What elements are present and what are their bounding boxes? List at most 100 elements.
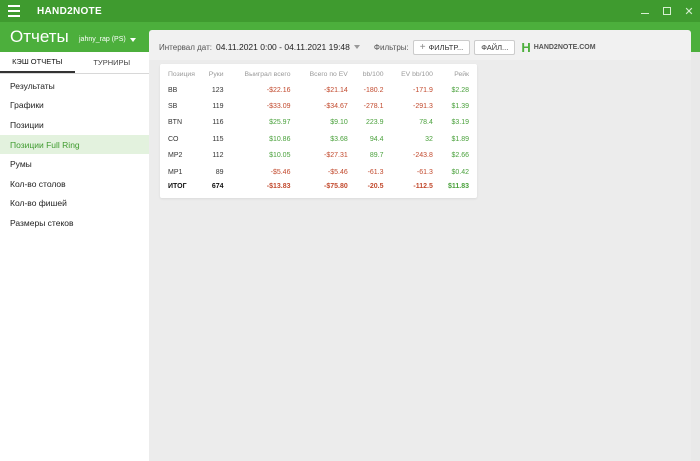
table-cell: MP1	[168, 168, 183, 176]
sidebar-tabs: КЭШ ОТЧЕТЫ ТУРНИРЫ	[0, 52, 149, 74]
table-cell: $10.86	[269, 135, 291, 143]
table-cell: -278.1	[363, 103, 384, 111]
sidebar-item[interactable]: Румы	[0, 154, 149, 174]
page-title: Отчеты	[10, 27, 69, 46]
table-cell: BB	[168, 86, 178, 94]
plus-icon: +	[419, 41, 426, 53]
table-cell: 89	[215, 168, 224, 176]
column-header[interactable]: Рейк	[441, 66, 477, 82]
total-cell: -$13.83	[266, 182, 291, 190]
total-cell: ИТОГ	[168, 182, 187, 190]
table-cell: 112	[212, 152, 224, 160]
file-button-label: ФАЙЛ...	[481, 42, 509, 52]
minimize-icon	[641, 12, 649, 14]
table-cell: MP2	[168, 152, 183, 160]
tab-cash-reports[interactable]: КЭШ ОТЧЕТЫ	[0, 52, 75, 73]
interval-label: Интервал дат:	[159, 42, 212, 52]
tab-tournaments[interactable]: ТУРНИРЫ	[75, 52, 150, 73]
table-cell: $10.05	[269, 152, 291, 160]
filter-button-label: ФИЛЬТР...	[428, 42, 464, 52]
table-cell: -61.3	[367, 168, 384, 176]
table-cell: -$22.16	[266, 86, 291, 94]
table-cell: 223.9	[366, 119, 384, 127]
table-row[interactable]: MP1 89 -$5.46 -$5.46 -61.3 -61.3 $0.42	[160, 164, 477, 180]
table-cell: 123	[211, 86, 224, 94]
table-cell: -$34.67	[324, 103, 348, 111]
table-cell: $3.68	[330, 135, 348, 143]
sidebar-item[interactable]: Кол-во столов	[0, 174, 149, 194]
file-button[interactable]: ФАЙЛ...	[474, 39, 516, 55]
table-cell: $25.97	[269, 119, 291, 127]
table-cell: $3.19	[451, 119, 469, 127]
sidebar-item[interactable]: Позиции	[0, 115, 149, 135]
column-header[interactable]: Всего по EV	[298, 66, 355, 82]
column-header[interactable]: Выиграл всего	[232, 66, 299, 82]
table-cell: -$5.46	[327, 168, 348, 176]
logo-text: HAND2NOTE.COM	[533, 43, 596, 51]
table-cell: -243.8	[413, 152, 433, 160]
table-row[interactable]: MP2 112 $10.05 -$27.31 89.7 -243.8 $2.66	[160, 148, 477, 164]
table-cell: $1.89	[451, 135, 469, 143]
title-bar: HAND2NOTE ✕	[0, 0, 700, 22]
table-row[interactable]: SB 119 -$33.09 -$34.67 -278.1 -291.3 $1.39	[160, 98, 477, 114]
table-cell: -$33.09	[266, 103, 291, 111]
column-header[interactable]: EV bb/100	[392, 66, 441, 82]
table-cell: -61.3	[416, 168, 433, 176]
table-total-row: ИТОГ 674 -$13.83 -$75.80 -20.5 -112.5 $11.83	[160, 180, 477, 192]
sidebar-item[interactable]: Позиции Full Ring	[0, 134, 149, 155]
table-cell: 78.4	[419, 119, 433, 127]
total-cell: $11.83	[447, 182, 469, 190]
chevron-down-icon	[129, 37, 136, 42]
account-name: jahny_rap (PS)	[79, 36, 126, 43]
logo-icon: H	[521, 39, 531, 55]
total-cell: 674	[211, 182, 224, 190]
table-cell: 89.7	[369, 152, 384, 160]
app-title: HAND2NOTE	[37, 5, 102, 17]
chevron-down-icon	[353, 45, 360, 49]
menu-icon[interactable]	[8, 0, 30, 22]
filter-button[interactable]: + ФИЛЬТР...	[412, 39, 471, 55]
maximize-icon	[663, 7, 671, 15]
table-row[interactable]: BB 123 -$22.16 -$21.14 -180.2 -171.9 $2.28	[160, 82, 477, 98]
column-header[interactable]: bb/100	[356, 66, 392, 82]
sidebar-item[interactable]: Результаты	[0, 76, 149, 96]
table-cell: $1.39	[451, 103, 469, 111]
toolbar: Интервал дат: 04.11.2021 0:00 - 04.11.20…	[149, 37, 691, 57]
table-row[interactable]: CO 115 $10.86 $3.68 94.4 32 $1.89	[160, 131, 477, 147]
table-cell: 116	[212, 119, 224, 127]
minimize-button[interactable]	[634, 0, 656, 22]
account-selector[interactable]: jahny_rap (PS)	[79, 36, 136, 43]
brand-logo: H HAND2NOTE.COM	[521, 40, 595, 55]
date-range-selector[interactable]: 04.11.2021 0:00 - 04.11.2021 19:48	[216, 42, 360, 52]
total-cell: -112.5	[413, 182, 433, 190]
positions-table-card: Позиция Руки Выиграл всего Всего по EV bb/10…	[160, 64, 477, 198]
table-header-row: Позиция Руки Выиграл всего Всего по EV bb/10…	[160, 66, 477, 82]
date-range-value: 04.11.2021 0:00 - 04.11.2021 19:48	[215, 42, 350, 52]
column-header[interactable]: Руки	[203, 66, 231, 82]
filters-label: Фильтры:	[373, 42, 409, 52]
sidebar-item[interactable]: Графики	[0, 96, 149, 116]
table-cell: $0.42	[451, 168, 469, 176]
positions-table: Позиция Руки Выиграл всего Всего по EV bb/10…	[160, 66, 477, 192]
sidebar-item[interactable]: Размеры стеков	[0, 213, 149, 233]
table-cell: SB	[168, 103, 178, 111]
close-icon: ✕	[684, 5, 694, 18]
table-cell: -$5.46	[270, 168, 291, 176]
close-button[interactable]: ✕	[678, 0, 700, 22]
table-row[interactable]: BTN 116 $25.97 $9.10 223.9 78.4 $3.19	[160, 115, 477, 131]
window-controls: ✕	[634, 0, 700, 22]
table-cell: -291.3	[413, 103, 433, 111]
sidebar-list: Результаты Графики Позиции Позиции Full Rin…	[0, 76, 149, 233]
column-header[interactable]: Позиция	[160, 66, 203, 82]
table-cell: $2.28	[451, 86, 469, 94]
maximize-button[interactable]	[656, 0, 678, 22]
total-cell: -$75.80	[324, 182, 348, 190]
table-cell: $9.10	[330, 119, 348, 127]
sidebar-item[interactable]: Кол-во фишей	[0, 194, 149, 214]
table-cell: BTN	[168, 119, 182, 127]
table-cell: -171.9	[413, 86, 433, 94]
table-cell: -$27.31	[324, 152, 348, 160]
table-cell: -180.2	[363, 86, 384, 94]
sidebar: КЭШ ОТЧЕТЫ ТУРНИРЫ Результаты Графики Позиц…	[0, 52, 149, 461]
total-cell: -20.5	[367, 182, 384, 190]
